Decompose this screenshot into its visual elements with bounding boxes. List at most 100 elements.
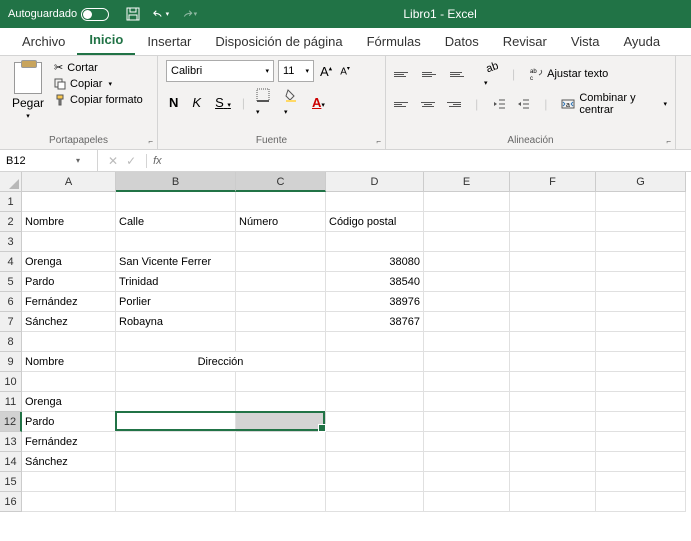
cell[interactable] bbox=[510, 392, 596, 412]
italic-button[interactable]: K bbox=[189, 93, 204, 112]
cell[interactable]: Pardo bbox=[22, 272, 116, 292]
underline-button[interactable]: S ▾ bbox=[212, 93, 234, 112]
tab-disposición-de-página[interactable]: Disposición de página bbox=[203, 28, 354, 55]
fx-icon[interactable]: fx bbox=[147, 155, 168, 167]
cell[interactable] bbox=[236, 272, 326, 292]
row-header[interactable]: 12 bbox=[0, 412, 22, 432]
cell[interactable] bbox=[596, 452, 686, 472]
cell[interactable] bbox=[236, 192, 326, 212]
cell[interactable]: 38976 bbox=[326, 292, 424, 312]
column-header[interactable]: G bbox=[596, 172, 686, 192]
increase-font-button[interactable]: A▴ bbox=[318, 64, 334, 79]
cell[interactable]: Orenga bbox=[22, 252, 116, 272]
cell[interactable] bbox=[116, 392, 236, 412]
cell[interactable] bbox=[596, 392, 686, 412]
column-header[interactable]: C bbox=[236, 172, 326, 192]
cell[interactable] bbox=[236, 452, 326, 472]
cell[interactable] bbox=[116, 372, 236, 392]
cell[interactable] bbox=[596, 432, 686, 452]
column-header[interactable]: A bbox=[22, 172, 116, 192]
chevron-down-icon[interactable]: ▾ bbox=[76, 156, 80, 165]
confirm-icon[interactable]: ✓ bbox=[126, 154, 136, 168]
decrease-font-button[interactable]: A▾ bbox=[338, 65, 352, 77]
dialog-launcher-icon[interactable]: ⌐ bbox=[148, 137, 153, 146]
cell[interactable] bbox=[22, 232, 116, 252]
format-painter-button[interactable]: Copiar formato bbox=[52, 93, 145, 107]
cell[interactable]: 38540 bbox=[326, 272, 424, 292]
cell[interactable]: Nombre bbox=[22, 212, 116, 232]
cell[interactable] bbox=[236, 432, 326, 452]
cell[interactable]: Pardo bbox=[22, 412, 116, 432]
cell[interactable] bbox=[424, 472, 510, 492]
row-header[interactable]: 8 bbox=[0, 332, 22, 352]
cell[interactable] bbox=[116, 332, 236, 352]
cell[interactable]: Trinidad bbox=[116, 272, 236, 292]
font-color-button[interactable]: A▾ bbox=[309, 93, 328, 112]
cell[interactable] bbox=[510, 272, 596, 292]
cell[interactable] bbox=[22, 472, 116, 492]
row-header[interactable]: 11 bbox=[0, 392, 22, 412]
cancel-icon[interactable]: ✕ bbox=[108, 154, 118, 168]
undo-icon[interactable]: ▾ bbox=[153, 6, 169, 22]
cell[interactable]: San Vicente Ferrer bbox=[116, 252, 236, 272]
cell[interactable] bbox=[424, 292, 510, 312]
cell[interactable] bbox=[326, 472, 424, 492]
cell[interactable]: Calle bbox=[116, 212, 236, 232]
cell[interactable] bbox=[22, 192, 116, 212]
row-header[interactable]: 1 bbox=[0, 192, 22, 212]
row-header[interactable]: 13 bbox=[0, 432, 22, 452]
cell[interactable] bbox=[596, 232, 686, 252]
save-icon[interactable] bbox=[125, 6, 141, 22]
cell[interactable] bbox=[510, 332, 596, 352]
cell[interactable] bbox=[510, 252, 596, 272]
cell[interactable]: Número bbox=[236, 212, 326, 232]
column-header[interactable]: F bbox=[510, 172, 596, 192]
cell[interactable] bbox=[510, 352, 596, 372]
cell[interactable] bbox=[326, 232, 424, 252]
align-right-button[interactable] bbox=[445, 95, 461, 113]
cell[interactable] bbox=[424, 492, 510, 512]
cell[interactable] bbox=[510, 452, 596, 472]
cell[interactable]: 38080 bbox=[326, 252, 424, 272]
cell[interactable] bbox=[424, 392, 510, 412]
merge-center-button[interactable]: a Combinar y centrar ▾ bbox=[561, 92, 667, 116]
cells-area[interactable]: NombreCalleNúmeroCódigo postalOrengaSan … bbox=[22, 192, 686, 512]
column-header[interactable]: E bbox=[424, 172, 510, 192]
cell[interactable] bbox=[116, 492, 236, 512]
cell[interactable]: Sánchez bbox=[22, 452, 116, 472]
cell[interactable] bbox=[424, 452, 510, 472]
cell[interactable] bbox=[236, 332, 326, 352]
cell[interactable] bbox=[596, 272, 686, 292]
dialog-launcher-icon[interactable]: ⌐ bbox=[376, 137, 381, 146]
cell[interactable]: Robayna bbox=[116, 312, 236, 332]
row-header[interactable]: 2 bbox=[0, 212, 22, 232]
borders-button[interactable]: ▾ bbox=[253, 86, 273, 119]
wrap-text-button[interactable]: abc Ajustar texto bbox=[529, 67, 608, 81]
redo-icon[interactable]: ▾ bbox=[181, 6, 197, 22]
cell[interactable] bbox=[510, 472, 596, 492]
cell[interactable] bbox=[510, 312, 596, 332]
cell[interactable] bbox=[510, 232, 596, 252]
font-size-dropdown[interactable]: 11 ▾ bbox=[278, 60, 314, 82]
cell[interactable] bbox=[596, 472, 686, 492]
cell[interactable] bbox=[596, 332, 686, 352]
row-header[interactable]: 6 bbox=[0, 292, 22, 312]
name-box[interactable]: ▾ bbox=[0, 150, 98, 171]
decrease-indent-button[interactable] bbox=[492, 97, 506, 111]
cell[interactable] bbox=[22, 492, 116, 512]
cell[interactable] bbox=[424, 252, 510, 272]
cell[interactable] bbox=[510, 432, 596, 452]
cell[interactable] bbox=[326, 412, 424, 432]
cell[interactable] bbox=[236, 232, 326, 252]
cell[interactable] bbox=[326, 392, 424, 412]
cell[interactable] bbox=[424, 432, 510, 452]
cell[interactable] bbox=[596, 212, 686, 232]
cell[interactable] bbox=[236, 492, 326, 512]
cell[interactable]: Sánchez bbox=[22, 312, 116, 332]
cell[interactable]: Fernández bbox=[22, 292, 116, 312]
align-middle-button[interactable] bbox=[422, 65, 440, 83]
cell[interactable] bbox=[116, 472, 236, 492]
tab-inicio[interactable]: Inicio bbox=[77, 26, 135, 55]
cell[interactable] bbox=[326, 332, 424, 352]
dialog-launcher-icon[interactable]: ⌐ bbox=[666, 137, 671, 146]
